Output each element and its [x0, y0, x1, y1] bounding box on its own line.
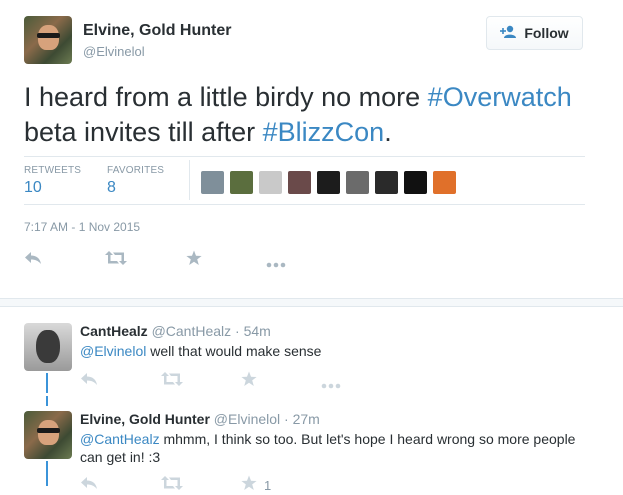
reply-1-author-name[interactable]: CantHealz: [80, 323, 148, 339]
favoriter-3-avatar[interactable]: [259, 171, 282, 194]
reply-thread-line-3: [46, 461, 48, 486]
hashtag-blizzcon[interactable]: #BlizzCon: [263, 117, 385, 147]
follow-label: Follow: [524, 25, 569, 41]
reply-2-author-name[interactable]: Elvine, Gold Hunter: [80, 411, 210, 427]
reply-2-retweet-icon[interactable]: [161, 476, 183, 494]
favoriter-4-avatar[interactable]: [288, 171, 311, 194]
reply-2-time[interactable]: 27m: [293, 411, 320, 427]
reply-1-mention[interactable]: @Elvinelol: [80, 343, 146, 359]
reply-1-favorite-icon[interactable]: [241, 371, 257, 391]
tweet-text-part2: beta invites till after: [24, 117, 263, 147]
favorites-count[interactable]: 8: [107, 179, 116, 197]
reply-avatar-canthealz[interactable]: [24, 323, 72, 371]
reply-2-line-2: can get in! :3: [80, 449, 161, 465]
reply-2-text: @CantHealz mhmm, I think so too. But let…: [80, 430, 610, 466]
reply-1-header: CantHealz @CantHealz · 54m: [80, 323, 271, 339]
reply-1-more-icon[interactable]: [321, 377, 341, 393]
reply-1-author-handle[interactable]: @CantHealz: [152, 323, 232, 339]
more-dots-icon[interactable]: [266, 256, 286, 272]
section-divider-2: [0, 306, 623, 307]
retweets-count[interactable]: 10: [24, 179, 42, 197]
favoriter-9-avatar[interactable]: [433, 171, 456, 194]
follow-button[interactable]: Follow: [486, 16, 583, 50]
stats-divider-bottom: [24, 204, 585, 205]
favoriter-6-avatar[interactable]: [346, 171, 369, 194]
reply-1-body: well that would make sense: [146, 343, 322, 359]
reply-2-line-1: @CantHealz mhmm, I think so too. But let…: [80, 430, 610, 448]
favoriter-1-avatar[interactable]: [201, 171, 224, 194]
tweet-text-part1: I heard from a little birdy no more: [24, 82, 428, 112]
author-name[interactable]: Elvine, Gold Hunter: [83, 22, 231, 40]
favoriter-7-avatar[interactable]: [375, 171, 398, 194]
reply-2-mention[interactable]: @CantHealz: [80, 431, 160, 447]
reply-2-header: Elvine, Gold Hunter @Elvinelol · 27m: [80, 411, 320, 427]
reply-1-retweet-icon[interactable]: [161, 372, 183, 390]
retweet-icon[interactable]: [105, 251, 127, 269]
reply-2-favorite-icon[interactable]: [241, 475, 257, 495]
reply-avatar-elvine[interactable]: [24, 411, 72, 459]
stats-divider-top: [24, 156, 585, 157]
retweets-label[interactable]: RETWEETS: [24, 165, 81, 176]
author-avatar[interactable]: [24, 16, 72, 64]
reply-2-author-handle[interactable]: @Elvinelol: [214, 411, 280, 427]
follow-person-plus-icon: [500, 25, 518, 42]
reply-2-reply-icon[interactable]: [80, 476, 98, 494]
author-handle[interactable]: @Elvinelol: [83, 44, 145, 59]
favorites-label[interactable]: FAVORITES: [107, 165, 164, 176]
tweet-timestamp[interactable]: 7:17 AM - 1 Nov 2015: [24, 220, 140, 234]
favoriter-2-avatar[interactable]: [230, 171, 253, 194]
reply-1-time[interactable]: 54m: [244, 323, 271, 339]
reply-icon[interactable]: [24, 251, 42, 269]
tweet-text-part3: .: [384, 117, 392, 147]
reply-1-reply-icon[interactable]: [80, 372, 98, 390]
reply-1-text: @Elvinelol well that would make sense: [80, 342, 321, 360]
favoriter-8-avatar[interactable]: [404, 171, 427, 194]
hashtag-overwatch[interactable]: #Overwatch: [428, 82, 572, 112]
tweet-text: I heard from a little birdy no more #Ove…: [24, 80, 604, 150]
stats-divider-vertical: [189, 160, 190, 200]
section-gap: [0, 299, 623, 306]
favoriter-5-avatar[interactable]: [317, 171, 340, 194]
reply-thread-line: [46, 373, 48, 393]
reply-2-body-1: mhmm, I think so too. But let's hope I h…: [159, 431, 576, 447]
favorite-star-icon[interactable]: [186, 250, 202, 270]
reply-thread-line-2: [46, 396, 48, 406]
